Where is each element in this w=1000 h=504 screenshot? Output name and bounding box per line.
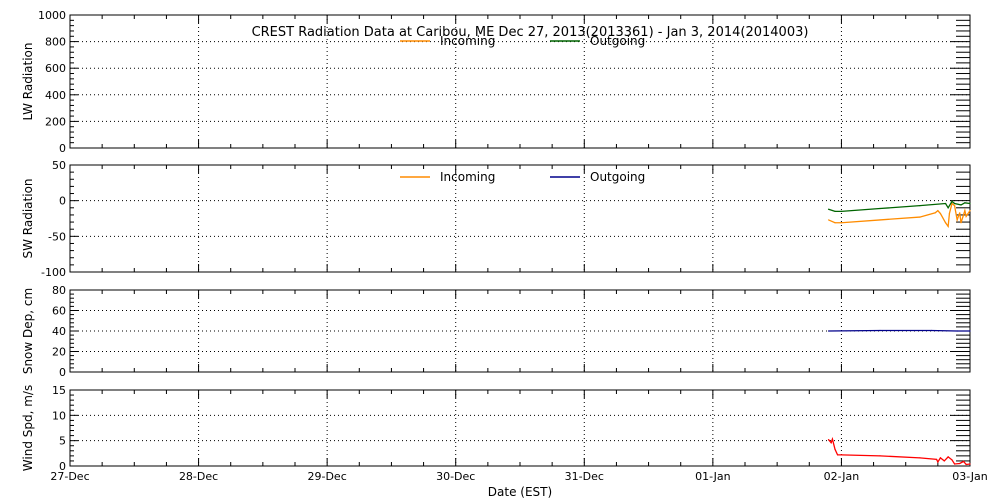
- data-point: [930, 329, 933, 332]
- data-point: [944, 222, 947, 224]
- y-tick-label: 200: [45, 115, 66, 128]
- y-tick-label: 0: [59, 195, 66, 208]
- data-point: [956, 219, 958, 221]
- y-tick-label: 40: [52, 325, 66, 338]
- y-tick-label: -50: [48, 230, 66, 243]
- panel-wind-frame: [69, 389, 971, 467]
- x-tick-label: 27-Dec: [50, 470, 89, 483]
- data-point: [879, 219, 881, 221]
- chart-svg: CREST Radiation Data at Caribou, ME Dec …: [21, 9, 988, 499]
- y-axis-label: SW Radiation: [21, 178, 35, 258]
- x-tick-label: 02-Jan: [824, 470, 860, 483]
- x-tick-label: 03-Jan: [952, 470, 988, 483]
- data-point: [937, 461, 939, 463]
- x-tick-label: 28-Dec: [179, 470, 218, 483]
- data-point: [834, 210, 836, 212]
- x-tick-label: 29-Dec: [308, 470, 347, 483]
- y-tick-label: 600: [45, 62, 66, 75]
- y-tick-label: -100: [41, 266, 66, 279]
- data-point: [879, 329, 881, 332]
- data-point: [953, 202, 956, 205]
- x-tick-label: 30-Dec: [436, 470, 475, 483]
- data-point: [840, 210, 843, 212]
- x-tick-label: 31-Dec: [565, 470, 604, 483]
- chart-root: CREST Radiation Data at Caribou, ME Dec …: [0, 0, 1000, 500]
- data-point: [960, 204, 962, 206]
- legend-label: Incoming: [440, 170, 495, 184]
- data-point: [836, 454, 839, 456]
- data-point: [831, 438, 834, 440]
- legend-label: Outgoing: [590, 34, 645, 48]
- y-tick-label: 20: [52, 346, 66, 359]
- y-tick-label: 5: [59, 435, 66, 448]
- data-point: [879, 455, 881, 457]
- y-axis-label: Wind Spd, m/s: [21, 385, 35, 471]
- data-point: [965, 463, 967, 466]
- data-point: [944, 202, 947, 205]
- series-wind-wind-speed: [828, 436, 971, 466]
- data-point: [948, 212, 951, 215]
- data-point: [827, 219, 830, 221]
- data-point: [834, 222, 836, 224]
- data-point: [935, 458, 938, 461]
- data-point: [956, 330, 958, 332]
- y-tick-label: 1000: [38, 9, 66, 22]
- data-point: [919, 216, 921, 218]
- y-tick-label: 15: [52, 384, 66, 397]
- data-point: [834, 448, 836, 450]
- data-point: [937, 210, 939, 212]
- data-point: [840, 222, 843, 224]
- chart-title: CREST Radiation Data at Caribou, ME Dec …: [252, 25, 809, 40]
- data-point: [939, 212, 942, 215]
- data-point: [840, 454, 843, 456]
- y-axis-label: Snow Dep, cm: [21, 288, 35, 374]
- data-point: [969, 202, 971, 205]
- data-point: [827, 439, 830, 441]
- data-point: [919, 457, 921, 459]
- y-tick-label: 80: [52, 284, 66, 297]
- panel-sw-frame: [69, 164, 971, 273]
- y-tick-label: 10: [52, 409, 66, 422]
- series-snow-snow-depth: [828, 329, 970, 332]
- data-point: [953, 205, 956, 207]
- data-point: [919, 205, 921, 207]
- data-point: [947, 207, 949, 209]
- y-tick-label: 0: [59, 366, 66, 379]
- data-point: [965, 215, 967, 217]
- data-point: [964, 210, 966, 212]
- data-point: [827, 208, 830, 210]
- data-point: [827, 330, 830, 332]
- data-point: [969, 210, 971, 212]
- data-point: [939, 457, 942, 459]
- y-tick-label: 60: [52, 305, 66, 318]
- data-point: [951, 200, 953, 202]
- y-tick-label: 800: [45, 36, 66, 49]
- data-point: [969, 330, 971, 332]
- legend-label: Incoming: [440, 34, 495, 48]
- data-point: [947, 225, 949, 227]
- y-tick-label: 0: [59, 142, 66, 155]
- data-point: [879, 207, 881, 210]
- data-point: [934, 212, 936, 214]
- y-axis-label: LW Radiation: [21, 43, 35, 121]
- data-point: [969, 463, 971, 465]
- data-point: [947, 456, 949, 458]
- x-axis-label: Date (EST): [488, 485, 552, 499]
- data-point: [962, 460, 965, 463]
- data-point: [943, 460, 945, 462]
- data-point: [830, 442, 832, 444]
- data-point: [959, 212, 961, 214]
- data-point: [960, 222, 962, 224]
- x-tick-label: 01-Jan: [695, 470, 731, 483]
- series-sw-outgoing: [828, 200, 971, 213]
- data-point: [964, 202, 966, 204]
- data-point: [959, 462, 961, 465]
- y-tick-label: 50: [52, 159, 66, 172]
- legend-label: Outgoing: [590, 170, 645, 184]
- data-point: [953, 463, 956, 465]
- data-point: [951, 459, 953, 461]
- y-tick-label: 400: [45, 89, 66, 102]
